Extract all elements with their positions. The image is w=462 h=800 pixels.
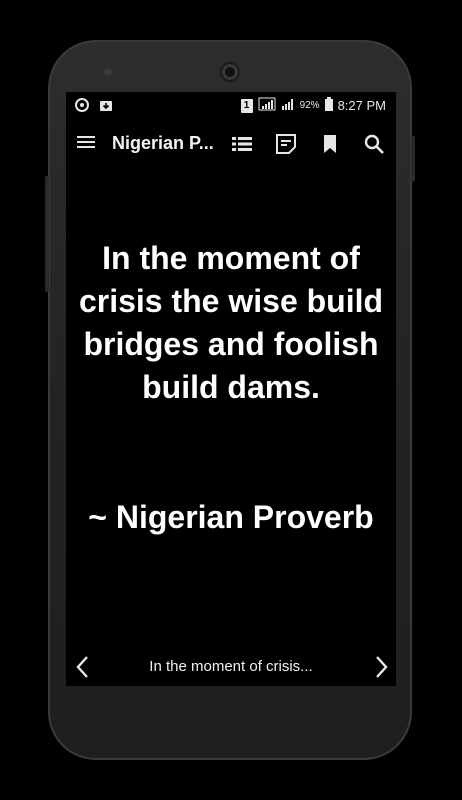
battery-icon xyxy=(324,97,333,114)
app-toolbar: Nigerian P... xyxy=(66,122,396,166)
battery-percent: 92% xyxy=(299,100,320,111)
download-icon xyxy=(98,97,114,116)
menu-icon[interactable] xyxy=(76,134,96,155)
list-icon[interactable] xyxy=(230,132,254,156)
chevron-right-icon[interactable] xyxy=(370,654,392,680)
chevron-left-icon[interactable] xyxy=(72,654,94,680)
note-icon[interactable] xyxy=(274,132,298,156)
quote-attribution: ~ Nigerian Proverb xyxy=(88,499,374,535)
front-camera xyxy=(104,68,112,76)
signal-icon xyxy=(258,97,276,114)
app-screen: 1 92% 8:27 PM Nigerian P... In the momen… xyxy=(66,92,396,686)
bookmark-icon[interactable] xyxy=(318,132,342,156)
page-caption: In the moment of crisis... xyxy=(149,658,313,675)
search-icon[interactable] xyxy=(362,132,386,156)
bottom-nav: In the moment of crisis... xyxy=(66,652,396,682)
clock: 8:27 PM xyxy=(337,98,386,113)
signal-icon xyxy=(281,97,295,114)
page-title: Nigerian P... xyxy=(112,133,214,153)
sim-icon: 1 xyxy=(240,98,253,113)
status-bar: 1 92% 8:27 PM xyxy=(66,92,396,118)
power-button xyxy=(411,136,415,182)
volume-button xyxy=(45,176,49,292)
sync-icon xyxy=(74,97,90,116)
quote-text: In the moment of crisis the wise build b… xyxy=(78,240,384,405)
earpiece-speaker xyxy=(220,62,240,82)
